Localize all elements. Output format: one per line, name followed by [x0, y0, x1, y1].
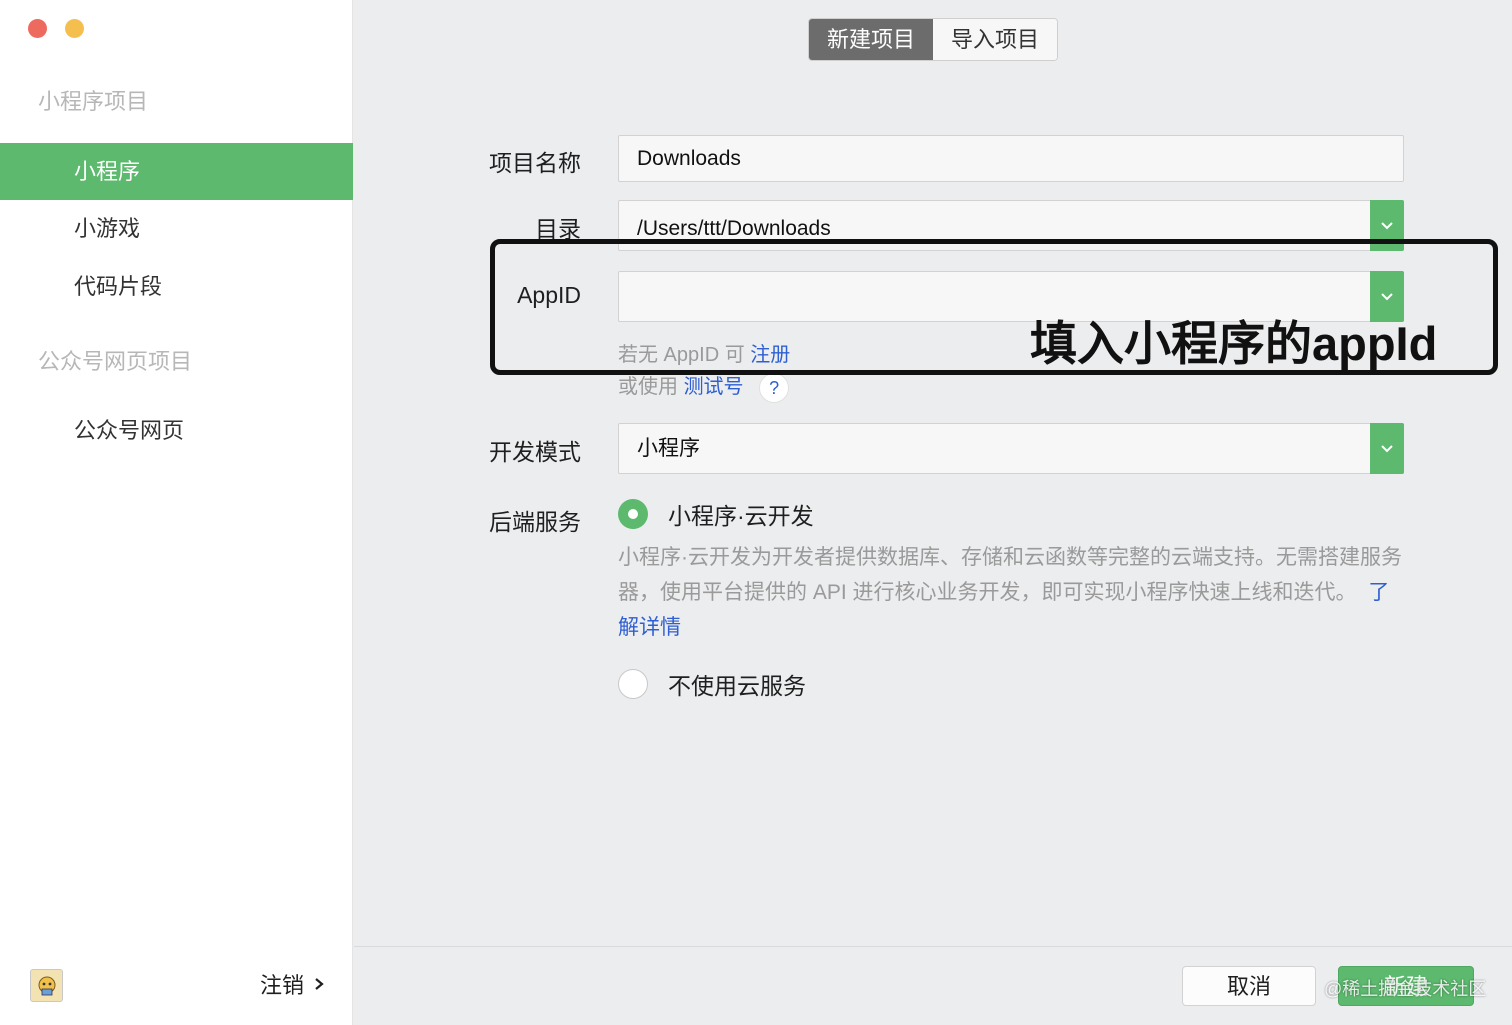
- test-account-link[interactable]: 测试号: [684, 376, 744, 398]
- sidebar-item-official-web[interactable]: 公众号网页: [0, 402, 353, 459]
- project-name-label: 项目名称: [489, 150, 581, 176]
- user-avatar-icon: [38, 976, 55, 995]
- radio-cloud-dev-label: 小程序·云开发: [668, 503, 814, 529]
- sidebar-item-mini-program[interactable]: 小程序: [0, 143, 353, 200]
- radio-no-cloud-label: 不使用云服务: [668, 673, 806, 699]
- logout-label: 注销: [260, 973, 305, 998]
- avatar[interactable]: [30, 969, 63, 1002]
- cloud-dev-description: 小程序·云开发为开发者提供数据库、存储和云函数等完整的云端支持。无需搭建服务器，…: [618, 540, 1408, 645]
- sidebar-item-code-snippet[interactable]: 代码片段: [0, 258, 353, 315]
- window-minimize-button[interactable]: [65, 19, 84, 38]
- sidebar: 小程序项目 小程序 小游戏 代码片段 公众号网页项目 公众号网页 注销: [0, 0, 353, 1025]
- chevron-down-icon: [1381, 445, 1393, 453]
- sidebar-item-mini-game[interactable]: 小游戏: [0, 200, 353, 257]
- cancel-button[interactable]: 取消: [1182, 966, 1316, 1006]
- project-name-input[interactable]: Downloads: [618, 135, 1404, 182]
- radio-checked-icon: [618, 499, 648, 529]
- backend-label: 后端服务: [489, 509, 581, 535]
- chevron-right-icon: [315, 978, 324, 990]
- dev-mode-value: 小程序: [637, 437, 700, 460]
- dev-mode-select[interactable]: 小程序: [618, 423, 1404, 474]
- logout-button[interactable]: 注销: [260, 968, 324, 1000]
- directory-value: /Users/ttt/Downloads: [637, 217, 831, 240]
- dev-mode-dropdown-button[interactable]: [1370, 423, 1404, 474]
- annotation-text: 填入小程序的appId: [1030, 317, 1438, 370]
- appid-alt-prefix: 或使用: [618, 376, 678, 398]
- section-title-mini-program: 小程序项目: [38, 89, 149, 114]
- watermark: @稀土掘金技术社区: [1324, 979, 1487, 999]
- cloud-dev-description-text: 小程序·云开发为开发者提供数据库、存储和云函数等完整的云端支持。无需搭建服务器，…: [618, 546, 1402, 604]
- project-type-segmented-control: 新建项目 导入项目: [808, 18, 1058, 61]
- section-title-official-account: 公众号网页项目: [38, 349, 193, 374]
- radio-cloud-dev[interactable]: 小程序·云开发: [618, 497, 814, 531]
- tab-import-project[interactable]: 导入项目: [933, 19, 1057, 60]
- radio-unchecked-icon: [618, 669, 648, 699]
- tab-new-project[interactable]: 新建项目: [809, 19, 933, 60]
- help-icon[interactable]: ?: [759, 372, 790, 403]
- dev-mode-label: 开发模式: [489, 439, 581, 465]
- radio-no-cloud[interactable]: 不使用云服务: [618, 667, 806, 701]
- window-close-button[interactable]: [28, 19, 47, 38]
- chevron-down-icon: [1381, 222, 1393, 230]
